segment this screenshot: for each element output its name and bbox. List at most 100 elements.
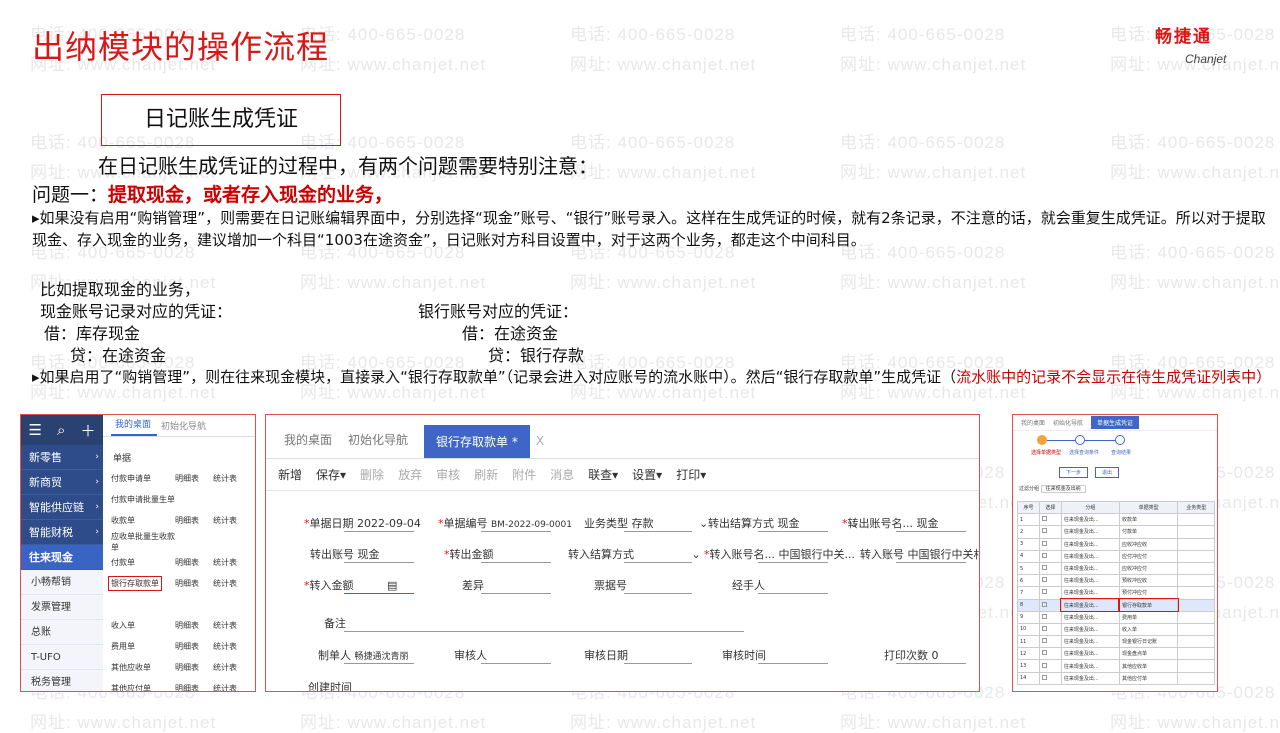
nav-item[interactable]: 新商贸 ›	[21, 470, 103, 495]
toolbar-button[interactable]: 审核	[436, 466, 460, 483]
table-row[interactable]: 13 往来现金及出... 其他应收单	[1017, 659, 1215, 673]
tab-my-desktop[interactable]: 我的桌面	[111, 417, 158, 436]
in-settle-method-select[interactable]: 转入结算方式 ⌄	[568, 546, 701, 562]
toolbar-button[interactable]: 新增	[278, 466, 302, 483]
side-nav: ☰ ⌕ ＋ 新零售 › 新商贸 › 智能供应链 › 智能财税 › 往来现金 小畅帮销 发票管理 总账 T…	[21, 415, 103, 691]
bank-credit: 贷：银行存款	[488, 346, 585, 365]
date-field[interactable]: *单据日期 2022-09-04	[304, 515, 421, 531]
difference-field[interactable]: 差异	[462, 577, 484, 593]
watermark-site: 网址: www.chanjet.net	[1110, 713, 1280, 732]
nav-item[interactable]: 往来现金	[21, 545, 103, 570]
toolbar-button[interactable]: 消息	[550, 466, 574, 483]
list-item[interactable]: 付款申请批量生单	[103, 489, 255, 510]
toolbar-button[interactable]: 联查▾	[588, 466, 618, 483]
chevron-icon: ›	[95, 527, 99, 537]
in-amount-field[interactable]: *转入金额 ▤	[304, 577, 397, 593]
watermark-site: 网址: www.chanjet.net	[570, 273, 757, 292]
table-row[interactable]: 9 往来现金及出... 费用单	[1017, 610, 1215, 624]
list-item[interactable]: 收款单 明细表 统计表	[103, 510, 255, 531]
watermark-site: 网址: www.chanjet.net	[570, 713, 757, 732]
toolbar-button[interactable]: 放弃	[398, 466, 422, 483]
list-item[interactable]: 费用单 明细表 统计表	[103, 636, 255, 657]
tab-init-nav[interactable]: 初始化导航	[342, 431, 418, 458]
plus-icon[interactable]: ＋	[80, 420, 95, 441]
checkbox	[1041, 528, 1047, 534]
checkbox	[1041, 650, 1047, 656]
nav-item[interactable]: 总账	[21, 620, 103, 645]
watermark-site: 网址: www.chanjet.net	[840, 273, 1027, 292]
list-item[interactable]: 付款申请单 明细表 统计表	[103, 468, 255, 489]
tab-init-nav[interactable]: 初始化导航	[157, 419, 212, 436]
out-account-name-select[interactable]: *转出账号名... 现金 ⌄	[842, 515, 979, 531]
nav-item[interactable]: 智能供应链 ›	[21, 495, 103, 520]
table-row[interactable]: 6 往来现金及出... 预收冲应收	[1017, 574, 1215, 588]
nav-item[interactable]: 发票管理	[21, 595, 103, 620]
nav-item[interactable]: 智能财税 ›	[21, 520, 103, 545]
list-item[interactable]: 其他应付单 明细表 统计表	[103, 678, 255, 691]
list-item[interactable]: 银行存取款单 明细表 统计表	[103, 573, 255, 594]
toolbar-button[interactable]: 附件	[512, 466, 536, 483]
nav-item[interactable]: 新零售 ›	[21, 445, 103, 470]
in-account-name-select[interactable]: *转入账号名... 中国银行中关...	[704, 546, 855, 562]
in-account-field[interactable]: 转入账号 中国银行中关村支行	[860, 546, 979, 562]
toolbar: 新增 保存▾ 删除 放弃 审核 刷新 附件 消息 联查▾ 设置▾ 打印▾	[266, 459, 979, 491]
toolbar-button[interactable]: 设置▾	[632, 466, 662, 483]
nav-item[interactable]: T-UFO	[21, 645, 103, 670]
list-item[interactable]: 应收单批量生收款单	[103, 531, 255, 552]
toolbar-button[interactable]: 打印▾	[676, 466, 706, 483]
step-3-icon	[1115, 435, 1125, 445]
table-row[interactable]: 2 往来现金及出... 付款单	[1017, 525, 1215, 539]
filter-row[interactable]: 过滤分组 往来现金及出纳	[1019, 485, 1086, 493]
watermark-site: 网址: www.chanjet.net	[840, 55, 1027, 74]
bill-number-field[interactable]: *单据编号 BM-2022-09-0001	[438, 515, 572, 531]
table-row[interactable]: 10 往来现金及出... 收入单	[1017, 622, 1215, 637]
tab-init-nav[interactable]: 初始化导航	[1053, 418, 1083, 427]
toolbar-button[interactable]: 刷新	[474, 466, 498, 483]
step-1-icon	[1037, 435, 1047, 445]
checkbox	[1041, 662, 1047, 668]
out-account-field[interactable]: 转出账号 现金	[310, 546, 380, 562]
list-item[interactable]	[103, 594, 255, 615]
out-settle-method-select[interactable]: 转出结算方式 现金 ⌄	[708, 515, 858, 531]
list-item[interactable]: 其他应收单 明细表 统计表	[103, 657, 255, 678]
table-row[interactable]: 12 往来现金及出... 现金盘点单	[1017, 647, 1215, 661]
close-tab-icon[interactable]: X	[530, 434, 554, 458]
table-row[interactable]: 5 往来现金及出... 应收冲应付	[1017, 561, 1215, 576]
nav-item[interactable]: 税务管理	[21, 670, 103, 691]
checkbox	[1041, 625, 1047, 631]
list-item[interactable]: 付款单 明细表 统计表	[103, 552, 255, 573]
menu-icon[interactable]: ☰	[29, 421, 42, 439]
logo-en: Chanjet	[1185, 52, 1227, 66]
column-header: 选择	[1038, 500, 1062, 515]
table-row[interactable]: 4 往来现金及出... 应付冲应付	[1017, 549, 1215, 563]
watermark-site: 网址: www.chanjet.net	[300, 273, 487, 292]
nav-item[interactable]: 小畅帮销	[21, 570, 103, 595]
business-type-select[interactable]: 业务类型 存款 ⌄	[584, 515, 708, 531]
bank-debit: 借：在途资金	[462, 324, 559, 343]
table-row[interactable]: 11 往来现金及出... 现金银行日记账	[1017, 635, 1215, 649]
bill-no-field[interactable]: 票据号	[594, 577, 627, 593]
chanjet-logo: 畅捷通 Chanjet	[1130, 12, 1250, 72]
remark-field[interactable]: 备注	[324, 615, 346, 631]
question-one: 问题一：提取现金，或者存入现金的业务，	[32, 180, 393, 207]
para2-text: ▸如果启用了“购销管理”，则在往来现金模块，直接录入“银行存取款单”（记录会进入…	[32, 368, 957, 386]
tab-my-desktop[interactable]: 我的桌面	[278, 431, 342, 458]
search-icon[interactable]: ⌕	[57, 421, 65, 439]
handler-field[interactable]: 经手人	[732, 577, 765, 593]
table-row[interactable]: 8 往来现金及出... 银行存取款单	[1017, 597, 1215, 613]
question-one-highlight: 提取现金，或者存入现金的业务，	[108, 184, 394, 206]
table-row[interactable]: 1 往来现金及出... 收款单	[1017, 513, 1215, 527]
tab-voucher-gen[interactable]: 单据生成凭证	[1091, 416, 1140, 429]
table-row[interactable]: 14 往来现金及出... 其他应付单	[1017, 671, 1215, 685]
table-row[interactable]: 3 往来现金及出... 应收冲应收	[1017, 537, 1215, 551]
out-amount-field[interactable]: *转出金额	[444, 546, 494, 562]
toolbar-button[interactable]: 删除	[360, 466, 384, 483]
list-item[interactable]: 收入单 明细表 统计表	[103, 615, 255, 636]
tab-bank-deposit[interactable]: 银行存取款单 *	[424, 425, 530, 458]
exit-button[interactable]: 退出	[1095, 467, 1120, 478]
section-label: 单据	[113, 454, 132, 464]
tab-my-desktop[interactable]: 我的桌面	[1021, 418, 1045, 427]
toolbar-button[interactable]: 保存▾	[316, 466, 346, 483]
table-row[interactable]: 7 往来现金及出... 预付冲应付	[1017, 586, 1215, 600]
next-button[interactable]: 下一步	[1059, 467, 1089, 478]
